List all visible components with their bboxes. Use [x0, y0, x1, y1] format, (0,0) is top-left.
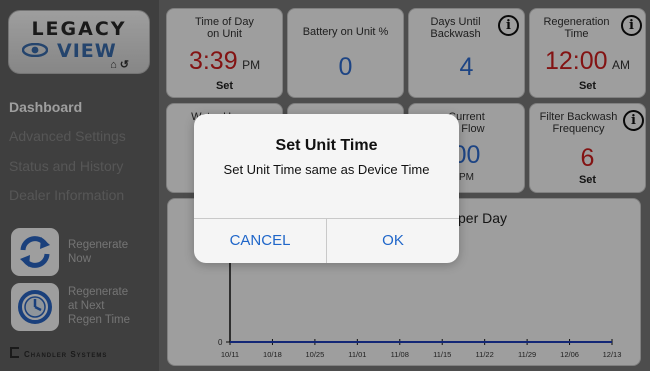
- set-unit-time-dialog: Set Unit Time Set Unit Time same as Devi…: [194, 114, 459, 263]
- app-window: LEGACY VIEW ⌂ ↺ Dashboard Advanced Setti…: [0, 0, 650, 371]
- ok-button[interactable]: OK: [327, 219, 459, 263]
- dialog-title: Set Unit Time: [275, 137, 378, 154]
- cancel-button[interactable]: CANCEL: [194, 219, 326, 263]
- dialog-message: Set Unit Time same as Device Time: [223, 162, 430, 177]
